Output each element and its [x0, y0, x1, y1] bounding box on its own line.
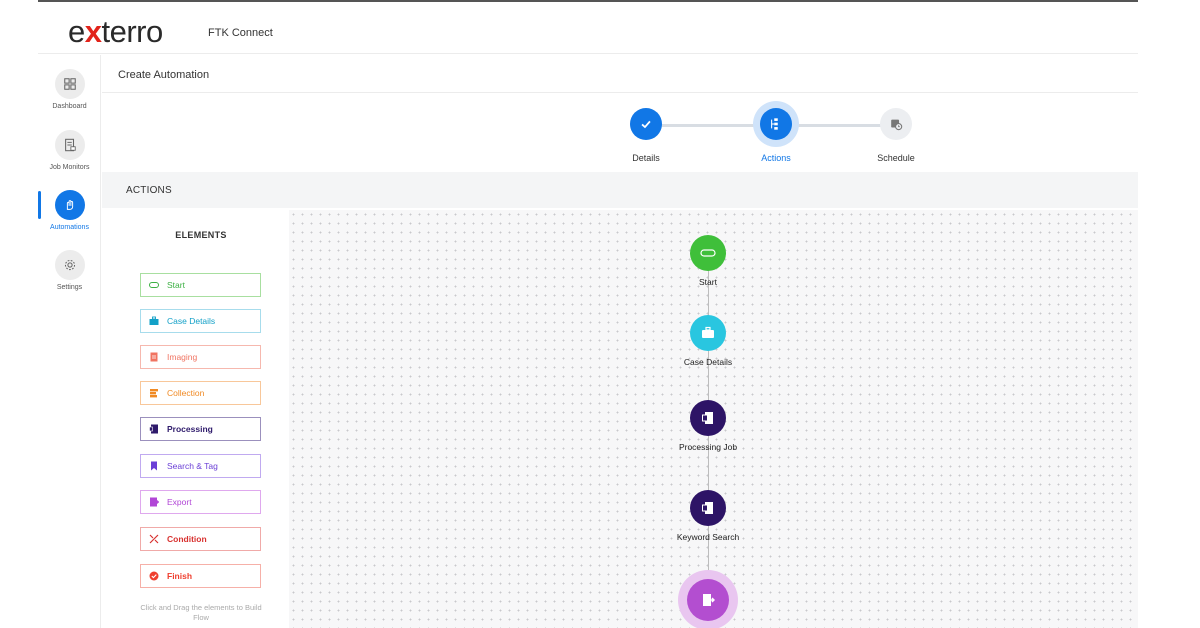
sidebar-item-label: Dashboard [52, 103, 87, 110]
element-label: Collection [167, 388, 205, 398]
element-label: Processing [167, 424, 213, 434]
flow-canvas[interactable]: Start Case Details Processing Job Keywor… [289, 210, 1138, 628]
element-label: Imaging [167, 352, 198, 362]
briefcase-icon [149, 316, 159, 326]
step-label: Actions [761, 153, 791, 163]
check-icon [630, 108, 662, 140]
flow-node-label: Start [699, 277, 717, 287]
wizard-stepper: Details Actions Schedule [102, 93, 1138, 171]
element-label: Case Details [167, 316, 216, 326]
drag-hint: Click and Drag the elements to Build Flo… [140, 603, 262, 622]
sidebar-item-label: Automations [50, 224, 89, 231]
bookmark-icon [149, 461, 159, 471]
sidebar-item-job-monitors[interactable]: Job Monitors [38, 130, 101, 171]
dashboard-icon [54, 69, 85, 99]
step-actions[interactable]: Actions [736, 108, 816, 163]
element-search-tag[interactable]: Search & Tag [140, 454, 261, 478]
export-icon [687, 579, 729, 621]
start-icon [690, 235, 726, 271]
collection-icon [149, 388, 159, 398]
flow-node-keyword-search[interactable]: Keyword Search [648, 490, 768, 542]
element-label: Start [167, 280, 185, 290]
element-imaging[interactable]: Imaging [140, 345, 261, 369]
sidebar-item-label: Settings [56, 284, 83, 291]
page-title: Create Automation [118, 69, 210, 81]
sidebar-item-automations[interactable]: Automations [38, 190, 101, 231]
flow-node-case-details[interactable]: Case Details [648, 315, 768, 367]
elements-title: ELEMENTS [175, 230, 227, 240]
flow-node-label: Case Details [683, 357, 733, 367]
sidebar-item-settings[interactable]: Settings [38, 250, 101, 291]
gear-icon [54, 250, 85, 280]
condition-icon [149, 534, 159, 544]
automations-icon [54, 190, 85, 220]
export-icon [149, 497, 159, 507]
processing-icon [149, 424, 159, 434]
element-finish[interactable]: Finish [140, 564, 261, 588]
flow-icon [760, 108, 792, 140]
exterro-logo[interactable]: exterro [68, 16, 163, 48]
element-start[interactable]: Start [140, 273, 261, 297]
start-icon [149, 280, 159, 290]
sidebar-item-dashboard[interactable]: Dashboard [38, 69, 101, 110]
flow-node-start[interactable]: Start [648, 235, 768, 287]
flow-node-label: Keyword Search [676, 532, 740, 542]
imaging-icon [149, 352, 159, 362]
step-details[interactable]: Details [606, 108, 686, 163]
actions-section-header: ACTIONS [102, 172, 1138, 208]
element-label: Search & Tag [167, 461, 218, 471]
processing-icon [690, 400, 726, 436]
calendar-clock-icon [880, 108, 912, 140]
element-label: Export [167, 497, 192, 507]
product-name: FTK Connect [208, 27, 273, 39]
page-title-bar: Create Automation [102, 55, 1138, 93]
finish-icon [149, 571, 159, 581]
element-collection[interactable]: Collection [140, 381, 261, 405]
step-label: Details [632, 153, 660, 163]
element-export[interactable]: Export [140, 490, 261, 514]
processing-icon [690, 490, 726, 526]
job-monitor-icon [54, 130, 85, 160]
element-case-details[interactable]: Case Details [140, 309, 261, 333]
element-label: Finish [167, 571, 193, 581]
sidebar-nav: Dashboard Job Monitors Automations Setti… [38, 55, 101, 628]
flow-node-export[interactable] [648, 570, 768, 628]
app-header: exterro FTK Connect [38, 2, 1138, 54]
elements-panel: ELEMENTS Start Case Details Imaging Coll… [116, 210, 289, 628]
actions-title: ACTIONS [126, 185, 172, 196]
element-label: Condition [167, 534, 207, 544]
sidebar-item-label: Job Monitors [49, 164, 90, 171]
flow-node-label: Processing Job [678, 442, 738, 452]
element-condition[interactable]: Condition [140, 527, 261, 551]
flow-node-processing-job[interactable]: Processing Job [648, 400, 768, 452]
export-node-halo [678, 570, 738, 628]
step-schedule[interactable]: Schedule [856, 108, 936, 163]
element-processing[interactable]: Processing [140, 417, 261, 441]
step-label: Schedule [877, 153, 915, 163]
briefcase-icon [690, 315, 726, 351]
